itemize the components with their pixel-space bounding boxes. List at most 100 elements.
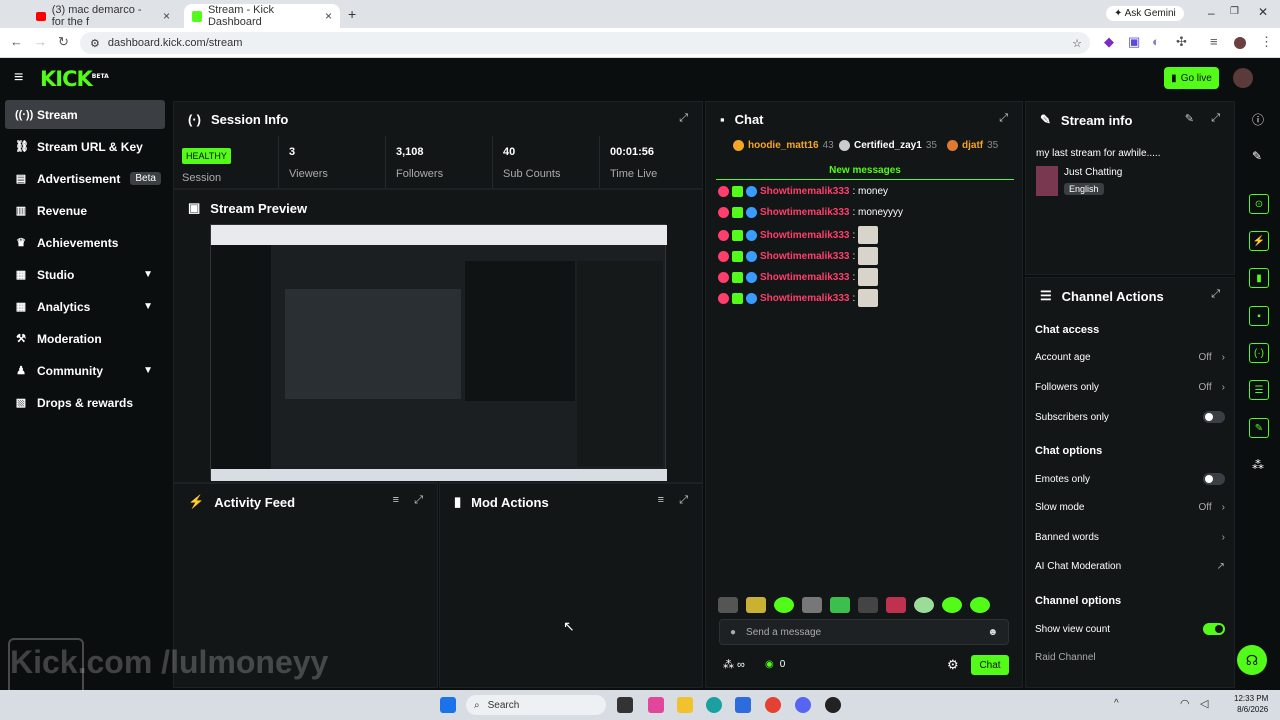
account-age-setting[interactable]: Account age Off › [1035,352,1225,363]
browser-tab-kick[interactable]: Stream - Kick Dashboard × [184,4,340,28]
sidebar-item-advertisement[interactable]: ▤ Advertisement Beta [5,164,165,193]
reload-icon[interactable]: ↻ [58,34,69,50]
chat-message[interactable]: Showtimemalik333: [718,226,879,244]
banned-words-setting[interactable]: Banned words › [1035,532,1225,543]
new-tab-icon[interactable]: + [348,6,356,22]
rail-stream-button[interactable]: ⊙ [1249,194,1269,214]
points-balance[interactable]: ◉ 0 [765,659,785,670]
forward-icon[interactable]: → [34,34,47,49]
user-avatar[interactable] [1233,68,1253,88]
stream-preview-video[interactable] [210,224,667,481]
chat-message[interactable]: Showtimemalik333: [718,247,879,265]
expand-icon[interactable]: ⤢ [679,112,688,125]
emote-button[interactable] [886,597,906,613]
extension-icon[interactable]: ▣ [1128,34,1140,50]
sidebar-item-stream[interactable]: ((·)) Stream [5,100,165,129]
expand-icon[interactable]: ⤢ [1211,288,1220,301]
emoji-icon[interactable]: ☻ [987,627,998,638]
emotes-only-toggle[interactable] [1203,473,1225,485]
menu-dots-icon[interactable]: ⋮ [1260,34,1273,50]
maximize-icon[interactable]: ❐ [1230,6,1239,17]
sidebar-item-community[interactable]: ♟ Community ▼ [5,356,165,385]
sidebar-item-studio[interactable]: ▦ Studio ▼ [5,260,165,289]
chat-message[interactable]: Showtimemalik333: money [718,186,888,197]
show-view-count-toggle[interactable] [1203,623,1225,635]
infinity-icon[interactable]: ⁂ ∞ [723,658,745,671]
store-icon[interactable] [735,697,751,713]
edge-icon[interactable] [706,697,722,713]
file-explorer-icon[interactable] [677,697,693,713]
chat-message[interactable]: Showtimemalik333: [718,268,879,286]
emote-button[interactable] [746,597,766,613]
sidebar-item-stream-url-key[interactable]: ⛓ Stream URL & Key [5,132,165,161]
expand-icon[interactable]: ⤢ [999,112,1008,125]
rail-mod-actions-button[interactable]: ▮ [1249,268,1269,288]
back-icon[interactable]: ← [10,34,23,49]
taskbar-search[interactable]: ⌕ Search [466,695,606,715]
bookmark-star-icon[interactable]: ☆ [1072,37,1082,50]
wifi-icon[interactable]: ◠ [1180,697,1190,710]
tray-chevron-icon[interactable]: ^ [1114,698,1119,709]
hamburger-menu-icon[interactable]: ≡ [14,69,23,87]
volume-icon[interactable]: ◁ [1200,697,1208,710]
emote-button[interactable] [802,597,822,613]
slow-mode-setting[interactable]: Slow mode Off › [1035,502,1225,513]
extension-icon[interactable]: ◐ [1152,34,1160,49]
emote-button[interactable] [970,597,990,613]
top-chatter-1[interactable]: hoodie_matt16 43 [733,140,834,151]
sidebar-item-revenue[interactable]: ▥ Revenue [5,196,165,225]
pencil-icon[interactable]: ✎ [1252,149,1262,163]
filter-icon[interactable]: ≡ [658,494,664,506]
emote-button[interactable] [858,597,878,613]
category-name[interactable]: Just Chatting [1064,167,1122,178]
rail-session-button[interactable]: (·) [1249,343,1269,363]
chat-message[interactable]: Showtimemalik333: [718,289,879,307]
extensions-puzzle-icon[interactable]: ✣ [1176,34,1187,50]
browser-tab-youtube[interactable]: (3) mac demarco - for the f × [28,4,178,28]
extension-icon[interactable]: ◆ [1104,34,1114,50]
layout-icon[interactable]: ⁂ [1252,458,1264,472]
close-tab-icon[interactable]: × [163,9,170,23]
support-button[interactable]: ☊ [1237,645,1267,675]
ask-gemini-button[interactable]: ✦ Ask Gemini [1106,6,1184,21]
site-info-icon[interactable]: ⚙ [90,37,100,50]
address-bar[interactable]: ⚙ dashboard.kick.com/stream ☆ [80,32,1090,54]
emote-button[interactable] [942,597,962,613]
emote-button[interactable] [718,597,738,613]
rail-channel-actions-button[interactable]: ☰ [1249,380,1269,400]
chat-send-button[interactable]: Chat [971,655,1009,675]
rail-chat-button[interactable]: ▪ [1249,306,1269,326]
chat-settings-icon[interactable]: ⚙ [947,657,959,673]
raid-channel-setting[interactable]: Raid Channel [1035,652,1225,663]
kick-logo[interactable]: KICKBETA [40,67,109,91]
sidebar-item-achievements[interactable]: ♛ Achievements [5,228,165,257]
subscribers-only-toggle[interactable] [1203,411,1225,423]
chat-input[interactable]: ● Send a message ☻ [719,619,1009,645]
sidebar-item-drops-rewards[interactable]: ▧ Drops & rewards [5,388,165,417]
expand-icon[interactable]: ⤢ [414,494,423,507]
followers-only-setting[interactable]: Followers only Off › [1035,382,1225,393]
emote-button[interactable] [830,597,850,613]
close-tab-icon[interactable]: × [325,9,332,23]
expand-icon[interactable]: ⤢ [679,494,688,507]
chrome-icon[interactable] [765,697,781,713]
sidebar-item-moderation[interactable]: ⚒ Moderation [5,324,165,353]
ai-chat-moderation-setting[interactable]: AI Chat Moderation ↗ [1035,561,1225,572]
taskbar-clock[interactable]: 12:33 PM 8/6/2026 [1234,693,1268,715]
expand-icon[interactable]: ⤢ [1211,112,1220,125]
windows-start-icon[interactable] [440,697,456,713]
emote-button[interactable] [914,597,934,613]
profile-avatar[interactable] [1234,37,1246,49]
discord-icon[interactable] [795,697,811,713]
task-view-icon[interactable] [617,697,633,713]
category-thumbnail[interactable] [1036,166,1058,196]
minimize-icon[interactable]: – [1208,6,1215,20]
rail-stream-info-button[interactable]: ✎ [1249,418,1269,438]
top-chatter-2[interactable]: Certified_zay1 35 [839,140,937,151]
close-window-icon[interactable]: ✕ [1258,5,1268,19]
copilot-icon[interactable] [648,697,664,713]
edit-icon[interactable]: ✎ [1185,112,1194,125]
chat-message[interactable]: Showtimemalik333: moneyyyy [718,207,903,218]
obs-icon[interactable] [825,697,841,713]
rail-activity-button[interactable]: ⚡ [1249,231,1269,251]
